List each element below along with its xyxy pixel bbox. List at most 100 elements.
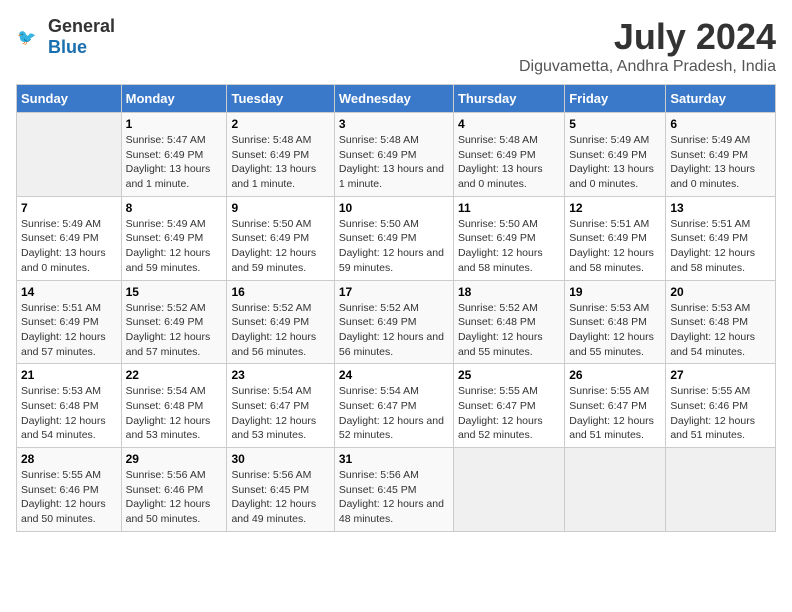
day-header-saturday: Saturday: [666, 85, 776, 113]
day-number: 8: [126, 201, 223, 215]
logo-text: General Blue: [48, 16, 115, 58]
day-info: Sunrise: 5:48 AM Sunset: 6:49 PM Dayligh…: [231, 133, 329, 192]
calendar-cell: 24 Sunrise: 5:54 AM Sunset: 6:47 PM Dayli…: [334, 364, 453, 448]
day-info: Sunrise: 5:47 AM Sunset: 6:49 PM Dayligh…: [126, 133, 223, 192]
day-number: 23: [231, 368, 329, 382]
calendar-cell: 19Sunrise: 5:53 AM Sunset: 6:48 PM Dayli…: [565, 280, 666, 364]
calendar-week-row: 28 Sunrise: 5:55 AM Sunset: 6:46 PM Dayli…: [17, 448, 776, 532]
logo-general: General: [48, 16, 115, 36]
day-number: 7: [21, 201, 117, 215]
calendar-cell: 30Sunrise: 5:56 AM Sunset: 6:45 PM Dayli…: [227, 448, 334, 532]
day-number: 13: [670, 201, 771, 215]
day-info: Sunrise: 5:53 AM Sunset: 6:48 PM Dayligh…: [670, 301, 771, 360]
calendar-cell: 7 Sunrise: 5:49 AM Sunset: 6:49 PM Daylig…: [17, 196, 122, 280]
day-number: 17: [339, 285, 449, 299]
day-header-tuesday: Tuesday: [227, 85, 334, 113]
calendar-cell: 8 Sunrise: 5:49 AM Sunset: 6:49 PM Daylig…: [121, 196, 227, 280]
calendar-cell: 28 Sunrise: 5:55 AM Sunset: 6:46 PM Dayli…: [17, 448, 122, 532]
calendar-cell: 23 Sunrise: 5:54 AM Sunset: 6:47 PM Dayli…: [227, 364, 334, 448]
calendar-cell: 12 Sunrise: 5:51 AM Sunset: 6:49 PM Dayli…: [565, 196, 666, 280]
calendar-cell: 6 Sunrise: 5:49 AM Sunset: 6:49 PM Daylig…: [666, 113, 776, 197]
day-number: 1: [126, 117, 223, 131]
calendar-cell: 3Sunrise: 5:48 AM Sunset: 6:49 PM Daylig…: [334, 113, 453, 197]
calendar-cell: 1 Sunrise: 5:47 AM Sunset: 6:49 PM Daylig…: [121, 113, 227, 197]
day-info: Sunrise: 5:49 AM Sunset: 6:49 PM Dayligh…: [21, 217, 117, 276]
day-info: Sunrise: 5:52 AM Sunset: 6:49 PM Dayligh…: [231, 301, 329, 360]
day-header-friday: Friday: [565, 85, 666, 113]
day-number: 3: [339, 117, 449, 131]
day-info: Sunrise: 5:51 AM Sunset: 6:49 PM Dayligh…: [569, 217, 661, 276]
calendar-week-row: 14 Sunrise: 5:51 AM Sunset: 6:49 PM Dayli…: [17, 280, 776, 364]
svg-text:🐦: 🐦: [17, 30, 36, 47]
day-info: Sunrise: 5:54 AM Sunset: 6:47 PM Dayligh…: [339, 384, 449, 443]
day-info: Sunrise: 5:55 AM Sunset: 6:46 PM Dayligh…: [670, 384, 771, 443]
day-number: 16: [231, 285, 329, 299]
day-number: 29: [126, 452, 223, 466]
calendar-cell: 13 Sunrise: 5:51 AM Sunset: 6:49 PM Dayli…: [666, 196, 776, 280]
calendar-week-row: 7 Sunrise: 5:49 AM Sunset: 6:49 PM Daylig…: [17, 196, 776, 280]
day-number: 11: [458, 201, 560, 215]
day-number: 31: [339, 452, 449, 466]
day-number: 5: [569, 117, 661, 131]
calendar-week-row: 21Sunrise: 5:53 AM Sunset: 6:48 PM Dayli…: [17, 364, 776, 448]
day-info: Sunrise: 5:49 AM Sunset: 6:49 PM Dayligh…: [126, 217, 223, 276]
day-info: Sunrise: 5:53 AM Sunset: 6:48 PM Dayligh…: [21, 384, 117, 443]
day-header-monday: Monday: [121, 85, 227, 113]
logo-bird-icon: 🐦: [16, 23, 44, 51]
day-number: 14: [21, 285, 117, 299]
calendar-cell: 20 Sunrise: 5:53 AM Sunset: 6:48 PM Dayli…: [666, 280, 776, 364]
day-info: Sunrise: 5:55 AM Sunset: 6:47 PM Dayligh…: [458, 384, 560, 443]
day-number: 28: [21, 452, 117, 466]
calendar-cell: 25Sunrise: 5:55 AM Sunset: 6:47 PM Dayli…: [453, 364, 564, 448]
day-info: Sunrise: 5:56 AM Sunset: 6:45 PM Dayligh…: [339, 468, 449, 527]
calendar-week-row: 1 Sunrise: 5:47 AM Sunset: 6:49 PM Daylig…: [17, 113, 776, 197]
calendar-table: SundayMondayTuesdayWednesdayThursdayFrid…: [16, 84, 776, 532]
day-header-sunday: Sunday: [17, 85, 122, 113]
day-number: 22: [126, 368, 223, 382]
day-info: Sunrise: 5:49 AM Sunset: 6:49 PM Dayligh…: [670, 133, 771, 192]
day-number: 30: [231, 452, 329, 466]
day-header-wednesday: Wednesday: [334, 85, 453, 113]
day-info: Sunrise: 5:51 AM Sunset: 6:49 PM Dayligh…: [21, 301, 117, 360]
day-number: 2: [231, 117, 329, 131]
day-number: 15: [126, 285, 223, 299]
day-info: Sunrise: 5:55 AM Sunset: 6:47 PM Dayligh…: [569, 384, 661, 443]
calendar-cell: [17, 113, 122, 197]
day-info: Sunrise: 5:51 AM Sunset: 6:49 PM Dayligh…: [670, 217, 771, 276]
days-header-row: SundayMondayTuesdayWednesdayThursdayFrid…: [17, 85, 776, 113]
calendar-cell: 15Sunrise: 5:52 AM Sunset: 6:49 PM Dayli…: [121, 280, 227, 364]
main-title: July 2024: [519, 16, 776, 58]
calendar-cell: 9 Sunrise: 5:50 AM Sunset: 6:49 PM Daylig…: [227, 196, 334, 280]
calendar-cell: 31 Sunrise: 5:56 AM Sunset: 6:45 PM Dayli…: [334, 448, 453, 532]
day-number: 6: [670, 117, 771, 131]
day-info: Sunrise: 5:54 AM Sunset: 6:47 PM Dayligh…: [231, 384, 329, 443]
day-header-thursday: Thursday: [453, 85, 564, 113]
calendar-cell: 21Sunrise: 5:53 AM Sunset: 6:48 PM Dayli…: [17, 364, 122, 448]
day-number: 9: [231, 201, 329, 215]
calendar-cell: 29 Sunrise: 5:56 AM Sunset: 6:46 PM Dayli…: [121, 448, 227, 532]
day-number: 27: [670, 368, 771, 382]
day-info: Sunrise: 5:50 AM Sunset: 6:49 PM Dayligh…: [231, 217, 329, 276]
day-number: 20: [670, 285, 771, 299]
calendar-cell: 17 Sunrise: 5:52 AM Sunset: 6:49 PM Dayli…: [334, 280, 453, 364]
day-number: 24: [339, 368, 449, 382]
calendar-cell: [565, 448, 666, 532]
calendar-cell: 10Sunrise: 5:50 AM Sunset: 6:49 PM Dayli…: [334, 196, 453, 280]
header: 🐦 General Blue July 2024 Diguvametta, An…: [16, 16, 776, 76]
calendar-cell: 26Sunrise: 5:55 AM Sunset: 6:47 PM Dayli…: [565, 364, 666, 448]
calendar-cell: 14 Sunrise: 5:51 AM Sunset: 6:49 PM Dayli…: [17, 280, 122, 364]
day-info: Sunrise: 5:52 AM Sunset: 6:48 PM Dayligh…: [458, 301, 560, 360]
calendar-cell: 16 Sunrise: 5:52 AM Sunset: 6:49 PM Dayli…: [227, 280, 334, 364]
day-number: 12: [569, 201, 661, 215]
day-info: Sunrise: 5:54 AM Sunset: 6:48 PM Dayligh…: [126, 384, 223, 443]
day-info: Sunrise: 5:48 AM Sunset: 6:49 PM Dayligh…: [458, 133, 560, 192]
calendar-cell: 2 Sunrise: 5:48 AM Sunset: 6:49 PM Daylig…: [227, 113, 334, 197]
logo: 🐦 General Blue: [16, 16, 115, 58]
day-number: 10: [339, 201, 449, 215]
title-area: July 2024 Diguvametta, Andhra Pradesh, I…: [519, 16, 776, 76]
day-info: Sunrise: 5:50 AM Sunset: 6:49 PM Dayligh…: [458, 217, 560, 276]
day-info: Sunrise: 5:55 AM Sunset: 6:46 PM Dayligh…: [21, 468, 117, 527]
day-info: Sunrise: 5:56 AM Sunset: 6:46 PM Dayligh…: [126, 468, 223, 527]
day-info: Sunrise: 5:52 AM Sunset: 6:49 PM Dayligh…: [339, 301, 449, 360]
day-number: 19: [569, 285, 661, 299]
